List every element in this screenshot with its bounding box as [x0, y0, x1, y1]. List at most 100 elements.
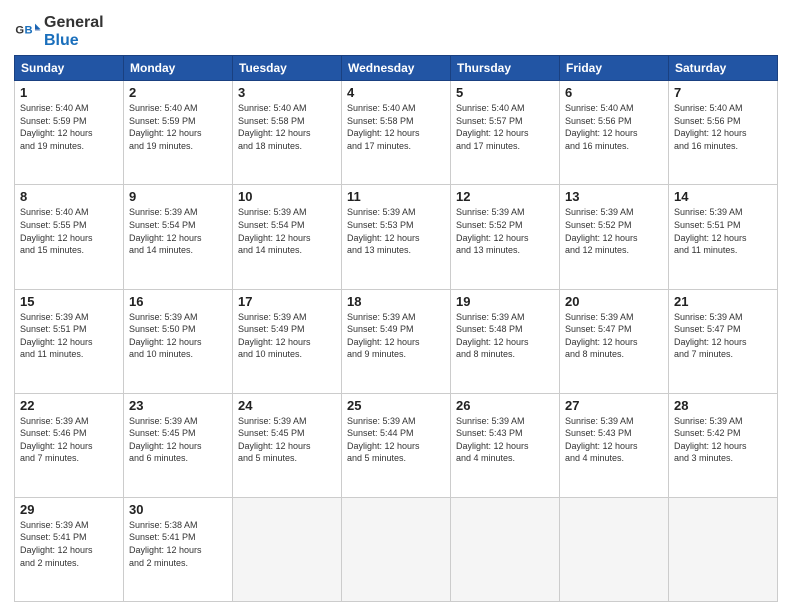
day-info: Sunrise: 5:39 AM Sunset: 5:42 PM Dayligh…: [674, 415, 772, 465]
day-info: Sunrise: 5:39 AM Sunset: 5:54 PM Dayligh…: [238, 206, 336, 256]
calendar-cell-w0d2: 3 Sunrise: 5:40 AM Sunset: 5:58 PM Daylig…: [233, 81, 342, 185]
day-number: 27: [565, 398, 663, 413]
day-info: Sunrise: 5:39 AM Sunset: 5:51 PM Dayligh…: [20, 311, 118, 361]
day-info: Sunrise: 5:39 AM Sunset: 5:52 PM Dayligh…: [565, 206, 663, 256]
calendar-cell-w1d6: 14 Sunrise: 5:39 AM Sunset: 5:51 PM Dayli…: [669, 185, 778, 289]
day-info: Sunrise: 5:40 AM Sunset: 5:59 PM Dayligh…: [20, 102, 118, 152]
calendar-cell-w2d1: 16 Sunrise: 5:39 AM Sunset: 5:50 PM Dayli…: [124, 289, 233, 393]
day-number: 23: [129, 398, 227, 413]
calendar-cell-w2d2: 17 Sunrise: 5:39 AM Sunset: 5:49 PM Dayli…: [233, 289, 342, 393]
day-info: Sunrise: 5:38 AM Sunset: 5:41 PM Dayligh…: [129, 519, 227, 569]
calendar-cell-w3d4: 26 Sunrise: 5:39 AM Sunset: 5:43 PM Dayli…: [451, 393, 560, 497]
calendar-cell-w4d5: [560, 497, 669, 601]
day-info: Sunrise: 5:39 AM Sunset: 5:43 PM Dayligh…: [456, 415, 554, 465]
day-info: Sunrise: 5:39 AM Sunset: 5:53 PM Dayligh…: [347, 206, 445, 256]
day-number: 8: [20, 189, 118, 204]
calendar-cell-w3d2: 24 Sunrise: 5:39 AM Sunset: 5:45 PM Dayli…: [233, 393, 342, 497]
day-number: 28: [674, 398, 772, 413]
day-info: Sunrise: 5:40 AM Sunset: 5:58 PM Dayligh…: [347, 102, 445, 152]
logo-general: General: [44, 14, 104, 32]
day-info: Sunrise: 5:40 AM Sunset: 5:56 PM Dayligh…: [565, 102, 663, 152]
day-number: 30: [129, 502, 227, 517]
day-number: 12: [456, 189, 554, 204]
day-info: Sunrise: 5:39 AM Sunset: 5:45 PM Dayligh…: [238, 415, 336, 465]
logo-icon: G B: [14, 18, 42, 46]
day-info: Sunrise: 5:40 AM Sunset: 5:59 PM Dayligh…: [129, 102, 227, 152]
day-number: 17: [238, 294, 336, 309]
day-info: Sunrise: 5:39 AM Sunset: 5:41 PM Dayligh…: [20, 519, 118, 569]
day-number: 26: [456, 398, 554, 413]
day-info: Sunrise: 5:39 AM Sunset: 5:45 PM Dayligh…: [129, 415, 227, 465]
day-info: Sunrise: 5:39 AM Sunset: 5:48 PM Dayligh…: [456, 311, 554, 361]
day-number: 20: [565, 294, 663, 309]
calendar-cell-w4d4: [451, 497, 560, 601]
calendar-cell-w4d3: [342, 497, 451, 601]
svg-text:G: G: [15, 24, 24, 36]
day-number: 6: [565, 85, 663, 100]
day-number: 11: [347, 189, 445, 204]
svg-text:B: B: [25, 24, 33, 36]
day-number: 9: [129, 189, 227, 204]
day-info: Sunrise: 5:39 AM Sunset: 5:54 PM Dayligh…: [129, 206, 227, 256]
calendar-cell-w2d0: 15 Sunrise: 5:39 AM Sunset: 5:51 PM Dayli…: [15, 289, 124, 393]
calendar-cell-w1d4: 12Sunrise: 5:39 AM Sunset: 5:52 PM Dayli…: [451, 185, 560, 289]
day-number: 16: [129, 294, 227, 309]
calendar-cell-w0d1: 2 Sunrise: 5:40 AM Sunset: 5:59 PM Daylig…: [124, 81, 233, 185]
calendar-cell-w3d5: 27 Sunrise: 5:39 AM Sunset: 5:43 PM Dayli…: [560, 393, 669, 497]
weekday-header-wednesday: Wednesday: [342, 56, 451, 81]
calendar-cell-w3d3: 25 Sunrise: 5:39 AM Sunset: 5:44 PM Dayli…: [342, 393, 451, 497]
weekday-header-monday: Monday: [124, 56, 233, 81]
day-info: Sunrise: 5:39 AM Sunset: 5:50 PM Dayligh…: [129, 311, 227, 361]
weekday-header-thursday: Thursday: [451, 56, 560, 81]
calendar-cell-w4d0: 29Sunrise: 5:39 AM Sunset: 5:41 PM Dayli…: [15, 497, 124, 601]
day-number: 24: [238, 398, 336, 413]
calendar-cell-w1d2: 10 Sunrise: 5:39 AM Sunset: 5:54 PM Dayli…: [233, 185, 342, 289]
day-info: Sunrise: 5:39 AM Sunset: 5:43 PM Dayligh…: [565, 415, 663, 465]
calendar-cell-w3d6: 28 Sunrise: 5:39 AM Sunset: 5:42 PM Dayli…: [669, 393, 778, 497]
day-number: 18: [347, 294, 445, 309]
calendar-cell-w1d5: 13 Sunrise: 5:39 AM Sunset: 5:52 PM Dayli…: [560, 185, 669, 289]
day-info: Sunrise: 5:39 AM Sunset: 5:51 PM Dayligh…: [674, 206, 772, 256]
calendar-cell-w1d3: 11 Sunrise: 5:39 AM Sunset: 5:53 PM Dayli…: [342, 185, 451, 289]
logo-blue: Blue: [44, 32, 104, 50]
day-number: 15: [20, 294, 118, 309]
day-info: Sunrise: 5:39 AM Sunset: 5:46 PM Dayligh…: [20, 415, 118, 465]
day-info: Sunrise: 5:39 AM Sunset: 5:44 PM Dayligh…: [347, 415, 445, 465]
day-info: Sunrise: 5:40 AM Sunset: 5:56 PM Dayligh…: [674, 102, 772, 152]
day-number: 25: [347, 398, 445, 413]
day-info: Sunrise: 5:39 AM Sunset: 5:49 PM Dayligh…: [238, 311, 336, 361]
calendar-cell-w4d6: [669, 497, 778, 601]
calendar-cell-w1d0: 8 Sunrise: 5:40 AM Sunset: 5:55 PM Daylig…: [15, 185, 124, 289]
day-number: 7: [674, 85, 772, 100]
calendar-cell-w2d3: 18 Sunrise: 5:39 AM Sunset: 5:49 PM Dayli…: [342, 289, 451, 393]
day-info: Sunrise: 5:39 AM Sunset: 5:47 PM Dayligh…: [565, 311, 663, 361]
calendar: SundayMondayTuesdayWednesdayThursdayFrid…: [14, 55, 778, 602]
calendar-cell-w0d5: 6 Sunrise: 5:40 AM Sunset: 5:56 PM Daylig…: [560, 81, 669, 185]
day-number: 1: [20, 85, 118, 100]
calendar-cell-w3d1: 23 Sunrise: 5:39 AM Sunset: 5:45 PM Dayli…: [124, 393, 233, 497]
day-info: Sunrise: 5:39 AM Sunset: 5:49 PM Dayligh…: [347, 311, 445, 361]
calendar-cell-w3d0: 22 Sunrise: 5:39 AM Sunset: 5:46 PM Dayli…: [15, 393, 124, 497]
calendar-cell-w4d2: [233, 497, 342, 601]
day-number: 14: [674, 189, 772, 204]
calendar-cell-w0d4: 5 Sunrise: 5:40 AM Sunset: 5:57 PM Daylig…: [451, 81, 560, 185]
day-info: Sunrise: 5:40 AM Sunset: 5:57 PM Dayligh…: [456, 102, 554, 152]
day-number: 3: [238, 85, 336, 100]
day-number: 22: [20, 398, 118, 413]
day-number: 4: [347, 85, 445, 100]
calendar-cell-w4d1: 30 Sunrise: 5:38 AM Sunset: 5:41 PM Dayli…: [124, 497, 233, 601]
calendar-cell-w1d1: 9 Sunrise: 5:39 AM Sunset: 5:54 PM Daylig…: [124, 185, 233, 289]
calendar-cell-w0d6: 7 Sunrise: 5:40 AM Sunset: 5:56 PM Daylig…: [669, 81, 778, 185]
calendar-cell-w0d0: 1 Sunrise: 5:40 AM Sunset: 5:59 PM Daylig…: [15, 81, 124, 185]
weekday-header-sunday: Sunday: [15, 56, 124, 81]
day-info: Sunrise: 5:40 AM Sunset: 5:58 PM Dayligh…: [238, 102, 336, 152]
day-number: 10: [238, 189, 336, 204]
weekday-header-tuesday: Tuesday: [233, 56, 342, 81]
day-info: Sunrise: 5:40 AM Sunset: 5:55 PM Dayligh…: [20, 206, 118, 256]
calendar-cell-w2d4: 19Sunrise: 5:39 AM Sunset: 5:48 PM Dayli…: [451, 289, 560, 393]
day-number: 2: [129, 85, 227, 100]
day-number: 5: [456, 85, 554, 100]
day-number: 13: [565, 189, 663, 204]
weekday-header-friday: Friday: [560, 56, 669, 81]
day-info: Sunrise: 5:39 AM Sunset: 5:47 PM Dayligh…: [674, 311, 772, 361]
